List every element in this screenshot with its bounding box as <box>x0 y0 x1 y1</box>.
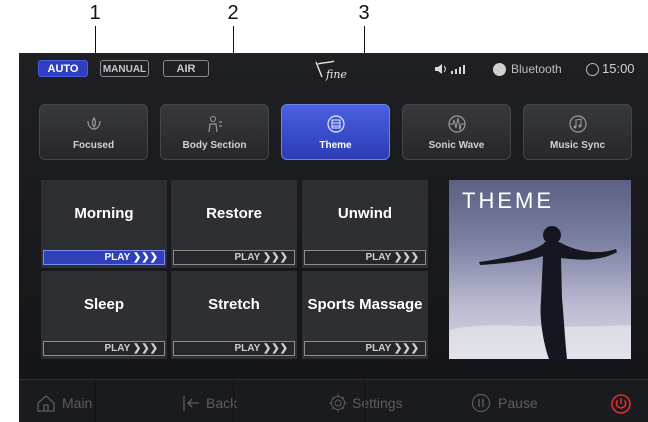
settings-button[interactable]: Settings <box>328 380 418 422</box>
play-button-stretch[interactable]: PLAY ❯❯❯ <box>173 341 295 356</box>
back-arrow-icon <box>183 396 199 411</box>
woman-silhouette-image <box>449 226 631 359</box>
tab-focused[interactable]: Focused <box>39 104 148 160</box>
program-card-restore[interactable]: Restore PLAY ❯❯❯ <box>171 180 297 268</box>
callout-1: 1 <box>89 2 101 24</box>
play-button-unwind[interactable]: PLAY ❯❯❯ <box>304 250 426 265</box>
tab-theme[interactable]: Theme <box>281 104 390 160</box>
pause-icon <box>471 393 491 413</box>
program-title: Sleep <box>83 296 125 313</box>
gear-icon <box>329 394 347 412</box>
settings-label: Settings <box>352 395 403 411</box>
callout-3: 3 <box>358 2 370 24</box>
tab-music-sync[interactable]: Music Sync <box>523 104 632 160</box>
body-section-icon <box>208 116 222 133</box>
tab-label: Focused <box>72 140 115 151</box>
program-card-stretch[interactable]: Stretch PLAY ❯❯❯ <box>171 271 297 359</box>
tab-label: Music Sync <box>549 140 606 151</box>
program-card-sleep[interactable]: Sleep PLAY ❯❯❯ <box>41 271 167 359</box>
volume-signal-icon <box>433 62 473 79</box>
theme-image: THEME <box>449 180 631 359</box>
tab-label: Sonic Wave <box>428 140 485 151</box>
play-button-sleep[interactable]: PLAY ❯❯❯ <box>43 341 165 356</box>
power-icon[interactable] <box>610 393 632 415</box>
svg-text:fine: fine <box>325 68 347 81</box>
play-button-morning[interactable]: PLAY ❯❯❯ <box>43 250 165 265</box>
program-card-morning[interactable]: Morning PLAY ❯❯❯ <box>41 180 167 268</box>
brand-logo: fine <box>315 60 347 81</box>
clock-icon <box>586 63 599 76</box>
tab-body-section[interactable]: Body Section <box>160 104 269 160</box>
callout-2: 2 <box>227 2 239 24</box>
focused-icon <box>87 116 101 130</box>
bluetooth-label: Bluetooth <box>511 62 562 76</box>
sonic-wave-icon <box>448 115 466 133</box>
device-screen: AUTO MANUAL AIR fine Bluetooth 15:00 Foc <box>19 53 648 422</box>
callout-line-3-lower <box>364 380 365 422</box>
program-title: Morning <box>74 205 134 222</box>
callout-line-2-lower <box>233 380 234 422</box>
tab-sonic-wave[interactable]: Sonic Wave <box>402 104 511 160</box>
mode-air-button[interactable]: AIR <box>163 60 209 77</box>
pause-label: Pause <box>498 395 538 411</box>
tab-label: Theme <box>319 140 352 151</box>
play-button-sports-massage[interactable]: PLAY ❯❯❯ <box>304 341 426 356</box>
program-card-unwind[interactable]: Unwind PLAY ❯❯❯ <box>302 180 428 268</box>
main-label: Main <box>62 395 93 411</box>
program-title: Sports Massage <box>307 296 423 313</box>
status-bar: AUTO MANUAL AIR fine Bluetooth 15:00 <box>19 53 648 87</box>
pause-button[interactable]: Pause <box>471 380 551 422</box>
bottom-nav-bar: Main Back Settings Pause <box>19 379 648 422</box>
play-button-restore[interactable]: PLAY ❯❯❯ <box>173 250 295 265</box>
mode-auto-button[interactable]: AUTO <box>38 60 88 77</box>
home-icon <box>37 395 55 412</box>
clock-time: 15:00 <box>602 61 635 76</box>
mode-manual-button[interactable]: MANUAL <box>100 60 149 77</box>
program-title: Unwind <box>337 205 393 222</box>
program-title: Stretch <box>208 296 260 313</box>
music-sync-icon <box>569 115 587 133</box>
bluetooth-icon <box>493 63 506 76</box>
program-card-sports-massage[interactable]: Sports Massage PLAY ❯❯❯ <box>302 271 428 359</box>
tab-label: Body Section <box>182 140 247 151</box>
program-title: Restore <box>206 205 262 222</box>
back-button[interactable]: Back <box>182 380 252 422</box>
theme-icon <box>327 115 345 133</box>
callout-line-1-lower <box>95 380 96 422</box>
